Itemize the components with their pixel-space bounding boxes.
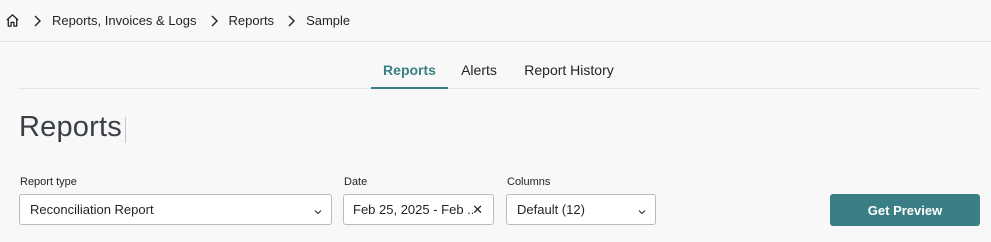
tab-bar: Reports Alerts Report History xyxy=(18,56,979,89)
columns-label: Columns xyxy=(507,176,551,188)
breadcrumb: Reports, Invoices & Logs Reports Sample xyxy=(0,0,991,42)
clear-icon[interactable]: ✕ xyxy=(472,203,483,216)
report-type-select[interactable]: Reconciliation Report xyxy=(19,194,332,225)
chevron-down-icon xyxy=(313,205,323,215)
breadcrumb-item-reports-invoices-logs[interactable]: Reports, Invoices & Logs xyxy=(52,13,197,28)
date-label: Date xyxy=(344,176,368,188)
home-icon[interactable] xyxy=(4,13,20,29)
page-title: Reports xyxy=(19,111,122,143)
date-range-value: Feb 25, 2025 - Feb ... xyxy=(353,202,473,217)
breadcrumb-item-reports[interactable]: Reports xyxy=(229,13,275,28)
get-preview-button[interactable]: Get Preview xyxy=(830,194,980,226)
breadcrumb-item-sample: Sample xyxy=(306,13,351,28)
chevron-right-icon xyxy=(33,15,41,27)
tab-report-history[interactable]: Report History xyxy=(520,62,618,89)
chevron-right-icon xyxy=(210,15,218,27)
title-divider xyxy=(125,117,126,143)
columns-select[interactable]: Default (12) xyxy=(506,194,656,225)
tab-alerts[interactable]: Alerts xyxy=(458,62,500,89)
tab-reports[interactable]: Reports xyxy=(371,62,448,89)
chevron-down-icon xyxy=(637,205,647,215)
chevron-right-icon xyxy=(287,15,296,27)
report-type-value: Reconciliation Report xyxy=(30,202,154,217)
columns-value: Default (12) xyxy=(517,202,585,217)
report-type-label: Report type xyxy=(20,176,77,188)
date-range-input[interactable]: Feb 25, 2025 - Feb ... ✕ xyxy=(343,194,494,225)
